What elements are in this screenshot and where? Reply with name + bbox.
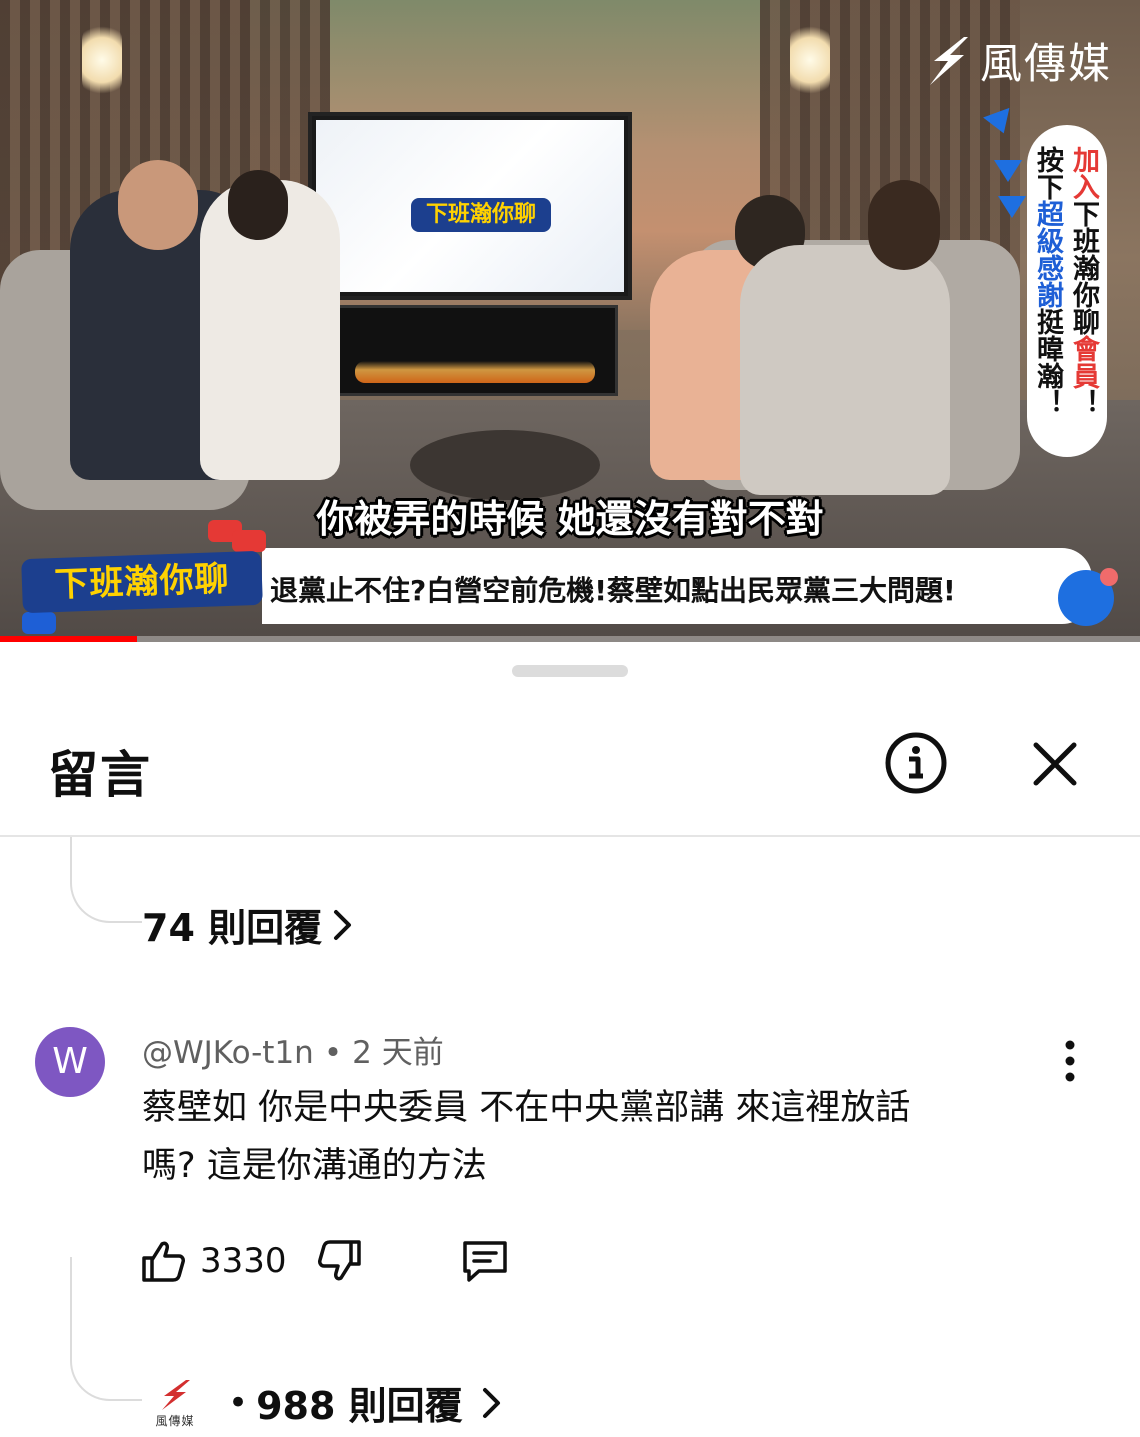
close-icon[interactable] bbox=[1026, 735, 1084, 793]
video-subtitle: 你被弄的時候 她還沒有對不對 bbox=[316, 497, 824, 541]
wall-lamp-left bbox=[82, 20, 122, 100]
promo-char: 入 bbox=[1068, 173, 1099, 200]
promo-char: 聊 bbox=[1068, 308, 1099, 335]
creator-reply-avatar: 風傳媒 bbox=[150, 1376, 200, 1430]
promo-char: 下 bbox=[1032, 173, 1063, 200]
member-promo-line2: 按下超級感謝挺暐瀚！ bbox=[1030, 146, 1063, 416]
view-replies-label: 988 則回覆 bbox=[256, 1384, 463, 1428]
comment-meta: @WJKo-t1n • 2 天前 bbox=[142, 1027, 444, 1072]
video-progress-bar[interactable] bbox=[0, 636, 1140, 642]
chat-bubble-icon bbox=[22, 612, 56, 634]
view-replies-link-creator[interactable]: 風傳媒 • 988 則回覆 bbox=[150, 1375, 503, 1430]
fireplace bbox=[332, 305, 618, 396]
storm-media-logo-icon bbox=[162, 1379, 190, 1410]
show-logo-badge: 下班瀚你聊 bbox=[21, 550, 263, 614]
reply-separator: • bbox=[228, 1382, 249, 1423]
comment-text-line1: 蔡壁如 你是中央委員 不在中央黨部講 來這裡放話 bbox=[142, 1088, 911, 1128]
storm-media-logo-icon bbox=[929, 36, 968, 85]
comment-text: 蔡壁如 你是中央委員 不在中央黨部講 來這裡放話 嗎? 這是你溝通的方法 bbox=[142, 1079, 1042, 1195]
chat-bubble-icon bbox=[232, 530, 266, 552]
comment-actions: 3330 bbox=[140, 1237, 511, 1285]
like-count: 3330 bbox=[200, 1241, 287, 1281]
promo-char: 班 bbox=[1068, 227, 1099, 254]
promo-char: 按 bbox=[1032, 146, 1063, 173]
promo-char: ！ bbox=[1032, 389, 1063, 416]
promo-char: 會 bbox=[1068, 335, 1099, 362]
member-promo-line1: 加入下班瀚你聊會員！ bbox=[1066, 146, 1099, 416]
promo-char: ！ bbox=[1068, 389, 1099, 416]
promo-char: 下 bbox=[1068, 200, 1099, 227]
comment-author[interactable]: @WJKo-t1n bbox=[142, 1035, 314, 1071]
video-ticker: 退黨止不住?白營空前危機!蔡壁如點出民眾黨三大問題! bbox=[262, 548, 1092, 624]
promo-char: 瀚 bbox=[1068, 254, 1099, 281]
ticker-decor-dot bbox=[1100, 568, 1118, 586]
meta-separator: • bbox=[323, 1035, 343, 1071]
wall-lamp-right bbox=[790, 20, 830, 100]
promo-char: 加 bbox=[1068, 146, 1099, 173]
cohost-woman-head bbox=[868, 180, 940, 270]
comment-time: 2 天前 bbox=[352, 1035, 444, 1071]
thumbs-up-icon[interactable] bbox=[140, 1238, 186, 1284]
reply-comment-icon[interactable] bbox=[459, 1237, 511, 1285]
avatar[interactable]: W bbox=[35, 1027, 105, 1097]
thread-connector-line bbox=[70, 1257, 142, 1401]
promo-char: 謝 bbox=[1032, 281, 1063, 308]
view-replies-label: 74 則回覆 bbox=[142, 906, 323, 950]
brand-name: 風傳媒 bbox=[979, 39, 1112, 88]
promo-char: 員 bbox=[1068, 362, 1099, 389]
promo-char: 感 bbox=[1032, 254, 1063, 281]
thumbs-down-icon[interactable] bbox=[317, 1238, 363, 1284]
drag-handle[interactable] bbox=[512, 665, 628, 677]
promo-char: 級 bbox=[1032, 227, 1063, 254]
promo-char: 超 bbox=[1032, 200, 1063, 227]
promo-char: 挺 bbox=[1032, 308, 1063, 335]
triangle-decor-icon bbox=[998, 196, 1026, 218]
promo-char: 你 bbox=[1068, 281, 1099, 308]
video-player[interactable]: 下班瀚你聊 你被弄的時候 她還沒有對不對 退黨止不住?白營空前危機!蔡壁如點出民… bbox=[0, 0, 1140, 642]
host-woman-head bbox=[228, 170, 288, 240]
creator-logo-text: 風傳媒 bbox=[155, 1413, 195, 1428]
brand-watermark: 風傳媒 bbox=[924, 30, 1112, 91]
thread-connector-line bbox=[70, 837, 142, 923]
cohost-woman bbox=[740, 245, 950, 495]
tv-show-logo: 下班瀚你聊 bbox=[411, 198, 551, 232]
more-vert-icon[interactable] bbox=[1056, 1039, 1084, 1083]
chevron-right-icon bbox=[482, 1387, 500, 1418]
guest-man-head bbox=[118, 160, 198, 250]
chevron-right-icon bbox=[334, 909, 352, 940]
triangle-decor-icon bbox=[994, 160, 1022, 182]
video-progress-fill bbox=[0, 636, 137, 642]
studio-tv: 下班瀚你聊 bbox=[308, 112, 632, 300]
view-replies-link[interactable]: 74 則回覆 bbox=[142, 897, 354, 952]
comments-sheet: 留言 74 則回覆 W @WJKo-t1n • 2 天前 蔡壁如 你是中央委員 不在… bbox=[0, 643, 1140, 1437]
promo-char: 暐 bbox=[1032, 335, 1063, 362]
sheet-divider bbox=[0, 835, 1140, 837]
sheet-title: 留言 bbox=[48, 746, 152, 804]
info-icon[interactable] bbox=[884, 731, 948, 795]
promo-char: 瀚 bbox=[1032, 362, 1063, 389]
comment-text-line2: 嗎? 這是你溝通的方法 bbox=[142, 1146, 487, 1186]
